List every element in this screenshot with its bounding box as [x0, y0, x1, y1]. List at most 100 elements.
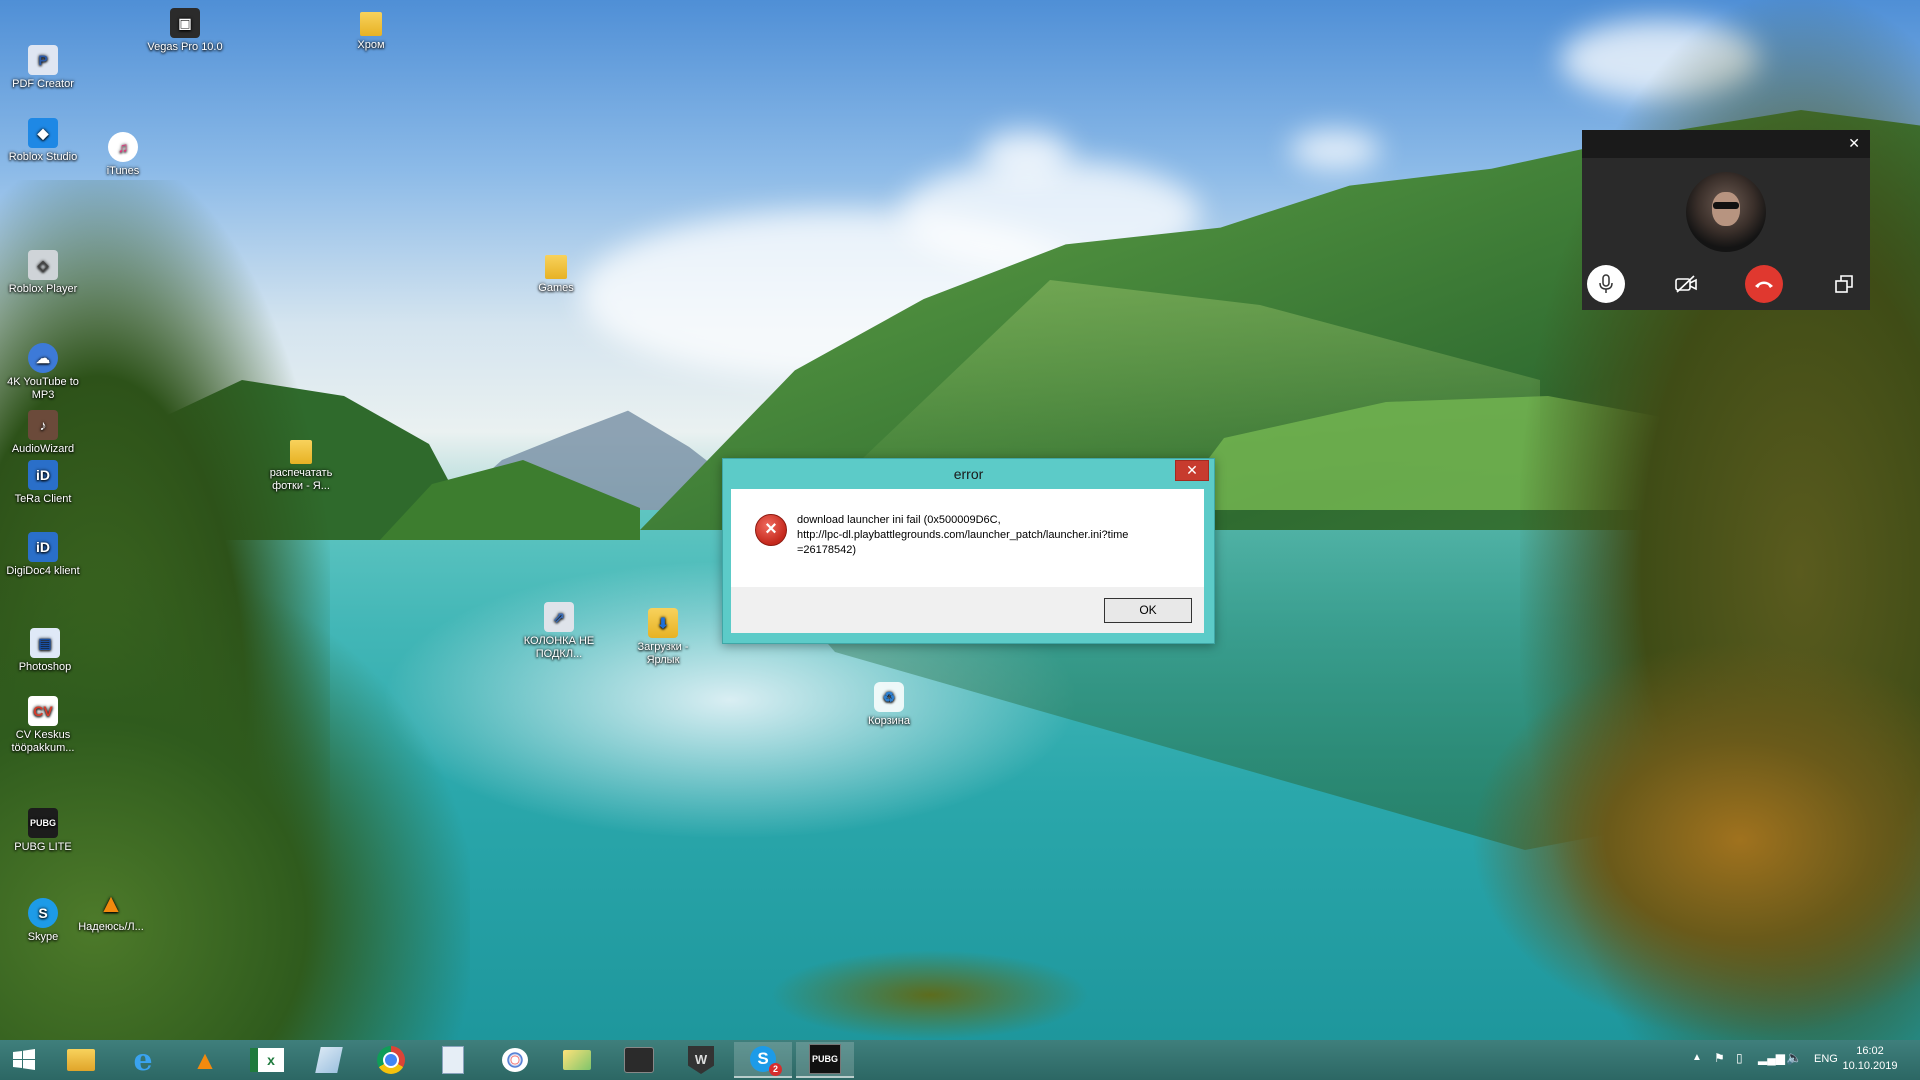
- desktop-icon-audiowizard[interactable]: ♪ AudioWizard: [0, 410, 86, 456]
- desktop-icon-photoshop[interactable]: ▤ Photoshop: [2, 628, 88, 674]
- vegas-pro-icon: [624, 1047, 654, 1073]
- taskbar-folder[interactable]: [548, 1042, 606, 1078]
- itunes-icon: ♫: [108, 132, 138, 162]
- desktop-icon-label: Roblox Player: [8, 283, 78, 295]
- cloud: [1290, 130, 1380, 170]
- volume-icon[interactable]: 🔈: [1786, 1050, 1802, 1066]
- desktop-icon-tera-client[interactable]: iD TeRa Client: [0, 460, 86, 506]
- ok-button[interactable]: OK: [1104, 598, 1192, 623]
- desktop-icon-roblox-studio[interactable]: ◆ Roblox Studio: [0, 118, 86, 164]
- error-message: download launcher ini fail (0x500009D6C,…: [797, 513, 1192, 558]
- vegas-pro-icon: ▣: [170, 8, 200, 38]
- recycle-bin-icon: ♻: [874, 682, 904, 712]
- system-tray: ▲ ⚑ ▯ ▂▄▆ 🔈 ENG 16:02 10.10.2019: [1680, 1040, 1920, 1080]
- dialog-content: × download launcher ini fail (0x500009D6…: [731, 489, 1204, 587]
- taskbar-vegas-pro[interactable]: [610, 1042, 668, 1078]
- clock-date: 10.10.2019: [1842, 1060, 1898, 1072]
- shortcut-icon: ⇗: [544, 602, 574, 632]
- dialog-footer: OK: [731, 587, 1204, 633]
- folder-icon: [563, 1050, 591, 1070]
- folder-icon: [290, 440, 312, 464]
- dialog-close-button[interactable]: ✕: [1175, 460, 1209, 481]
- microphone-button[interactable]: [1587, 265, 1625, 303]
- desktop-icon-label: PDF Creator: [12, 78, 74, 90]
- error-message-line: =26178542): [797, 544, 857, 556]
- autumn-leaves: [1470, 640, 1920, 1040]
- action-center-flag-icon[interactable]: ⚑: [1714, 1051, 1725, 1065]
- switch-window-button[interactable]: [1825, 265, 1863, 303]
- desktop-icon-label: TeRa Client: [14, 493, 72, 505]
- desktop-icon-cv-keskus[interactable]: CV CV Keskus tööpakkum...: [0, 696, 86, 755]
- desktop-icon-label: Games: [538, 282, 574, 294]
- chrome-icon: [377, 1046, 405, 1074]
- desktop-icon-recycle-bin[interactable]: ♻ Корзина: [846, 682, 932, 728]
- taskbar-file-explorer[interactable]: [52, 1042, 110, 1078]
- desktop-icon-label: 4K YouTube to MP3: [7, 376, 79, 401]
- desktop-icon-label: Корзина: [868, 715, 910, 727]
- desktop-icon-label: Photoshop: [18, 661, 72, 673]
- desktop-icon-folder-print-photos[interactable]: распечатать фотки - Я...: [258, 440, 344, 493]
- desktop-icon-label: Roblox Studio: [8, 151, 78, 163]
- taskbar-skype[interactable]: S 2: [734, 1042, 792, 1078]
- taskbar-pubg[interactable]: PUBG: [796, 1042, 854, 1078]
- desktop-icon-digidoc4[interactable]: iD DigiDoc4 klient: [0, 532, 86, 578]
- taskbar-internet-explorer[interactable]: e: [114, 1042, 172, 1078]
- desktop-icon-label: распечатать фотки - Я...: [269, 467, 333, 492]
- error-x-icon: ×: [755, 514, 787, 546]
- desktop-icon-speaker-shortcut[interactable]: ⇗ КОЛОНКА НЕ ПОДКЛ...: [516, 602, 602, 661]
- error-message-line: download launcher ini fail (0x500009D6C,: [797, 514, 1001, 526]
- folder-icon: [545, 255, 567, 279]
- desktop-icon-label: DigiDoc4 klient: [6, 565, 80, 577]
- 4k-youtube-icon: ☁: [28, 343, 58, 373]
- desktop-icon-itunes[interactable]: ♫ iTunes: [80, 132, 166, 178]
- desktop-icon-folder-chrome[interactable]: Хром: [328, 12, 414, 52]
- taskbar-world-of-tanks[interactable]: W: [672, 1042, 730, 1078]
- desktop-icon-folder-games[interactable]: Games: [513, 255, 599, 295]
- desktop-icon-downloads-shortcut[interactable]: ⬇ Загрузки - Ярлык: [620, 608, 706, 667]
- skype-call-window: ✕: [1582, 130, 1870, 310]
- battery-icon[interactable]: ▯: [1736, 1051, 1743, 1065]
- taskbar-excel[interactable]: x: [238, 1042, 296, 1078]
- pubg-icon: PUBG: [28, 808, 58, 838]
- desktop-icon-label: КОЛОНКА НЕ ПОДКЛ...: [523, 635, 595, 660]
- taskbar-notepad[interactable]: [300, 1042, 358, 1078]
- desktop-icon-label: Хром: [357, 39, 385, 51]
- taskbar-chrome[interactable]: [362, 1042, 420, 1078]
- id-card-icon: iD: [28, 532, 58, 562]
- roblox-studio-icon: ◆: [28, 118, 58, 148]
- desktop-icon-pubg-lite[interactable]: PUBG PUBG LITE: [0, 808, 86, 854]
- desktop-icon-label: Загрузки - Ярлык: [637, 641, 689, 666]
- cloud: [980, 130, 1070, 180]
- avatar-sunglasses: [1713, 202, 1739, 209]
- taskbar-calculator[interactable]: [424, 1042, 482, 1078]
- desktop-icon-vlc-file[interactable]: ▲ Надеюсь/Л...: [68, 888, 154, 934]
- desktop-icon-pdf-creator[interactable]: P PDF Creator: [0, 45, 86, 91]
- desktop-icon-roblox-player[interactable]: ◇ Roblox Player: [0, 250, 86, 296]
- taskbar: e ▲ x W S 2 PUBG ▲ ⚑ ▯ ▂▄▆ 🔈 ENG 16:02 1…: [0, 1040, 1920, 1080]
- hang-up-button[interactable]: [1745, 265, 1783, 303]
- camera-off-icon: [1675, 275, 1697, 293]
- desktop-icon-vegas-pro[interactable]: ▣ Vegas Pro 10.0: [142, 8, 228, 54]
- internet-explorer-icon: e: [133, 1042, 153, 1078]
- error-dialog: error ✕ × download launcher ini fail (0x…: [722, 458, 1215, 644]
- pubg-icon: PUBG: [809, 1044, 841, 1074]
- desktop-icon-label: AudioWizard: [11, 443, 75, 455]
- window-switch-icon: [1835, 275, 1853, 293]
- paint-palette-icon: [502, 1048, 528, 1072]
- network-signal-icon[interactable]: ▂▄▆: [1758, 1051, 1785, 1065]
- id-card-icon: iD: [28, 460, 58, 490]
- camera-toggle-button[interactable]: [1667, 265, 1705, 303]
- call-close-button[interactable]: ✕: [1848, 135, 1860, 152]
- taskbar-vlc[interactable]: ▲: [176, 1042, 234, 1078]
- clock[interactable]: 16:02 10.10.2019: [1830, 1044, 1910, 1074]
- taskbar-paint[interactable]: [486, 1042, 544, 1078]
- start-button[interactable]: [0, 1042, 48, 1078]
- error-message-line: http://lpc-dl.playbattlegrounds.com/laun…: [797, 529, 1129, 541]
- vlc-cone-icon: ▲: [98, 887, 124, 918]
- autumn-leaves: [770, 950, 1090, 1040]
- windows-logo-icon: [13, 1049, 35, 1070]
- photoshop-icon: ▤: [30, 628, 60, 658]
- desktop-icon-4k-youtube[interactable]: ☁ 4K YouTube to MP3: [0, 343, 86, 402]
- audiowizard-icon: ♪: [28, 410, 58, 440]
- tray-overflow-chevron-icon[interactable]: ▲: [1692, 1052, 1702, 1063]
